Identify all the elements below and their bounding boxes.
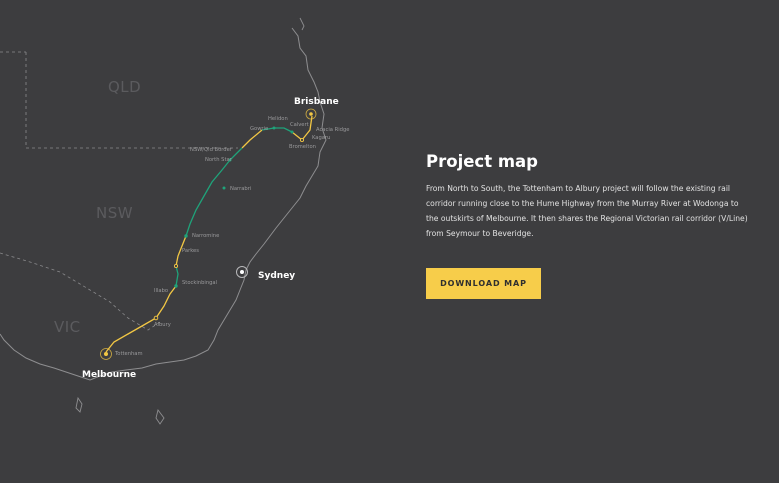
- brisbane-marker: [305, 108, 317, 120]
- station-label-tottenham: Tottenham: [114, 351, 143, 357]
- station-label-bromelton: Bromelton: [289, 144, 316, 150]
- station-narromine-marker: [184, 234, 188, 238]
- station-label-gowrie: Gowrie: [250, 126, 268, 132]
- state-label-vic: VIC: [54, 318, 81, 336]
- project-map-panel: Project map From North to South, the Tot…: [426, 152, 748, 241]
- station-label-north-star: North Star: [205, 157, 233, 163]
- download-map-button[interactable]: DOWNLOAD MAP: [426, 268, 541, 299]
- station-narrabri-marker: [222, 186, 226, 190]
- project-map: QLD NSW VIC Brisbane Sydney Melbourne He…: [0, 17, 349, 425]
- station-label-kagaru: Kagaru: [312, 135, 330, 141]
- state-label-qld: QLD: [108, 78, 141, 96]
- state-label-nsw: NSW: [96, 204, 133, 222]
- station-markers: [153, 137, 305, 321]
- station-label-illabo: Illabo: [154, 288, 168, 294]
- city-label-sydney: Sydney: [258, 271, 295, 281]
- station-gowrie-marker: [272, 126, 276, 130]
- station-label-calvert: Calvert: [290, 122, 309, 128]
- station-label-acacia-ridge: Acacia Ridge: [316, 127, 349, 133]
- station-label-stockinbingal: Stockinbingal: [182, 280, 217, 286]
- station-label-albury: Albury: [154, 322, 171, 328]
- melbourne-marker: [100, 348, 112, 360]
- station-calvert-marker: [290, 130, 294, 134]
- panel-title: Project map: [426, 152, 538, 171]
- station-label-narromine: Narromine: [192, 233, 219, 239]
- station-label-narrabri: Narrabri: [230, 186, 251, 192]
- station-stockinbingal-marker: [174, 284, 178, 288]
- city-label-brisbane: Brisbane: [294, 97, 339, 107]
- station-label-parkes: Parkes: [182, 248, 199, 254]
- panel-description: From North to South, the Tottenham to Al…: [426, 184, 748, 238]
- station-label-border: NSW/Qld Border: [190, 147, 233, 153]
- station-label-helidon: Helidon: [268, 116, 288, 122]
- city-label-melbourne: Melbourne: [82, 370, 136, 380]
